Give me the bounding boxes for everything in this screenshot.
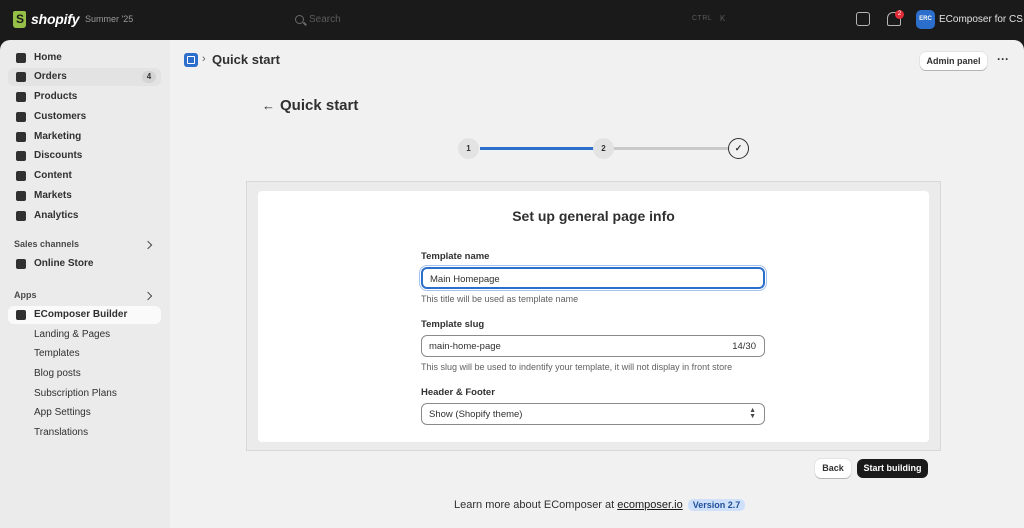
store-name[interactable]: EComposer for CS bbox=[939, 14, 1023, 25]
sidebar-item-label: Home bbox=[34, 52, 62, 63]
sales-channels-heading[interactable]: Sales channels bbox=[14, 239, 79, 249]
step-1: 1 bbox=[458, 138, 479, 159]
globe-icon bbox=[16, 191, 26, 201]
top-bar: shopify Summer '25 Search CTRL K 2 ERC E… bbox=[0, 0, 1024, 40]
sidebar-item-label: Analytics bbox=[34, 210, 79, 221]
select-chevrons-icon: ▲ ▼ bbox=[749, 407, 756, 420]
page-title: Quick start bbox=[212, 52, 280, 67]
footer-label: Learn more about EComposer at bbox=[454, 499, 615, 511]
sidebar-item-content[interactable]: Content bbox=[8, 167, 161, 185]
brand-name[interactable]: shopify bbox=[31, 11, 80, 27]
sidebar-item-products[interactable]: Products bbox=[8, 88, 161, 106]
orders-count-badge: 4 bbox=[142, 71, 156, 83]
admin-panel-button[interactable]: Admin panel bbox=[920, 52, 987, 70]
avatar[interactable]: ERC bbox=[916, 10, 935, 29]
edition-label: Summer '25 bbox=[85, 14, 134, 24]
search-placeholder: Search bbox=[309, 14, 341, 25]
start-building-button[interactable]: Start building bbox=[857, 459, 928, 478]
sidebar-item-label: Online Store bbox=[34, 258, 94, 269]
footer-text: Learn more about EComposer at ecomposer.… bbox=[454, 499, 746, 511]
sidebar-item-label: Blog posts bbox=[34, 368, 81, 379]
notification-badge: 2 bbox=[895, 10, 904, 19]
sidebar-subitem-app-settings[interactable]: App Settings bbox=[8, 404, 161, 422]
header-footer-value: Show (Shopify theme) bbox=[429, 409, 523, 420]
chevron-right-icon[interactable] bbox=[143, 240, 153, 250]
sidebar: Home Orders 4 Products Customers Marketi… bbox=[0, 40, 170, 528]
sidebar-subitem-templates[interactable]: Templates bbox=[8, 345, 161, 363]
search-bar[interactable]: Search CTRL K bbox=[286, 10, 738, 30]
discount-icon bbox=[16, 151, 26, 161]
page-info-card: Set up general page info Template name M… bbox=[258, 191, 929, 442]
person-icon bbox=[16, 112, 26, 122]
sidebar-item-label: Landing & Pages bbox=[34, 329, 111, 340]
ecomposer-app-icon[interactable] bbox=[184, 53, 198, 67]
sidebar-subitem-landing-pages[interactable]: Landing & Pages bbox=[8, 326, 161, 344]
home-icon bbox=[16, 53, 26, 63]
sidebar-item-label: Customers bbox=[34, 111, 87, 122]
quick-start-heading: Quick start bbox=[280, 97, 359, 114]
back-arrow-icon[interactable]: ← bbox=[262, 98, 275, 113]
sidebar-item-marketing[interactable]: Marketing bbox=[8, 128, 161, 146]
sidebar-item-label: App Settings bbox=[34, 407, 91, 418]
template-slug-help: This slug will be used to indentify your… bbox=[421, 362, 733, 372]
sidebar-subitem-subscription-plans[interactable]: Subscription Plans bbox=[8, 385, 161, 403]
sidebar-item-label: Subscription Plans bbox=[34, 388, 117, 399]
more-actions-icon[interactable]: ··· bbox=[994, 52, 1012, 70]
step-complete-check-icon: ✓ bbox=[728, 138, 749, 159]
ecomposer-link[interactable]: ecomposer.io bbox=[617, 499, 682, 511]
template-slug-input[interactable]: main-home-page 14/30 bbox=[421, 335, 765, 357]
sidebar-item-ecomposer-builder[interactable]: EComposer Builder bbox=[8, 306, 161, 324]
sidebar-item-label: Markets bbox=[34, 190, 72, 201]
bar-chart-icon bbox=[16, 211, 26, 221]
target-icon bbox=[16, 132, 26, 142]
template-slug-value: main-home-page bbox=[429, 341, 501, 352]
main-content: › Quick start Admin panel ··· ← Quick st… bbox=[170, 40, 1024, 528]
header-footer-label: Header & Footer bbox=[421, 387, 495, 398]
template-name-label: Template name bbox=[421, 251, 490, 262]
online-store-icon bbox=[16, 259, 26, 269]
sidebar-subitem-translations[interactable]: Translations bbox=[8, 424, 161, 442]
sidebar-item-label: EComposer Builder bbox=[34, 309, 128, 320]
sidebar-subitem-blog-posts[interactable]: Blog posts bbox=[8, 365, 161, 383]
sidebar-item-online-store[interactable]: Online Store bbox=[8, 255, 161, 273]
step-2: 2 bbox=[593, 138, 614, 159]
page-header: › Quick start Admin panel ··· bbox=[170, 40, 1024, 80]
sidebar-item-label: Marketing bbox=[34, 131, 82, 142]
template-name-help: This title will be used as template name bbox=[421, 294, 579, 304]
template-name-value: Main Homepage bbox=[430, 274, 500, 285]
template-name-input[interactable]: Main Homepage bbox=[421, 267, 765, 289]
breadcrumb-separator: › bbox=[202, 53, 206, 65]
sidebar-item-home[interactable]: Home bbox=[8, 49, 161, 67]
search-icon bbox=[295, 15, 304, 24]
sidebar-item-customers[interactable]: Customers bbox=[8, 108, 161, 126]
sidebar-item-analytics[interactable]: Analytics bbox=[8, 207, 161, 225]
shortcut-key-2: K bbox=[720, 14, 726, 23]
shortcut-key: CTRL bbox=[692, 15, 713, 22]
sidebar-item-label: Orders bbox=[34, 71, 67, 82]
apps-heading[interactable]: Apps bbox=[14, 290, 37, 300]
shopify-logo-icon[interactable] bbox=[13, 11, 26, 28]
sidebar-item-orders[interactable]: Orders 4 bbox=[8, 68, 161, 86]
content-icon bbox=[16, 171, 26, 181]
back-button[interactable]: Back bbox=[815, 459, 851, 478]
header-footer-select[interactable]: Show (Shopify theme) ▲ ▼ bbox=[421, 403, 765, 425]
stepper-progress bbox=[480, 147, 602, 150]
store-icon[interactable] bbox=[856, 12, 870, 26]
sidebar-item-label: Content bbox=[34, 170, 72, 181]
sidebar-item-markets[interactable]: Markets bbox=[8, 187, 161, 205]
version-badge: Version 2.7 bbox=[687, 499, 746, 511]
tag-icon bbox=[16, 92, 26, 102]
template-slug-label: Template slug bbox=[421, 319, 485, 330]
chevron-right-icon[interactable] bbox=[143, 291, 153, 301]
card-title: Set up general page info bbox=[512, 208, 675, 224]
sidebar-item-label: Discounts bbox=[34, 150, 83, 161]
ecomposer-app-icon bbox=[16, 310, 26, 320]
sidebar-item-label: Translations bbox=[34, 427, 89, 438]
orders-icon bbox=[16, 72, 26, 82]
character-count: 14/30 bbox=[732, 341, 756, 352]
sidebar-item-discounts[interactable]: Discounts bbox=[8, 147, 161, 165]
sidebar-item-label: Products bbox=[34, 91, 78, 102]
sidebar-item-label: Templates bbox=[34, 348, 80, 359]
